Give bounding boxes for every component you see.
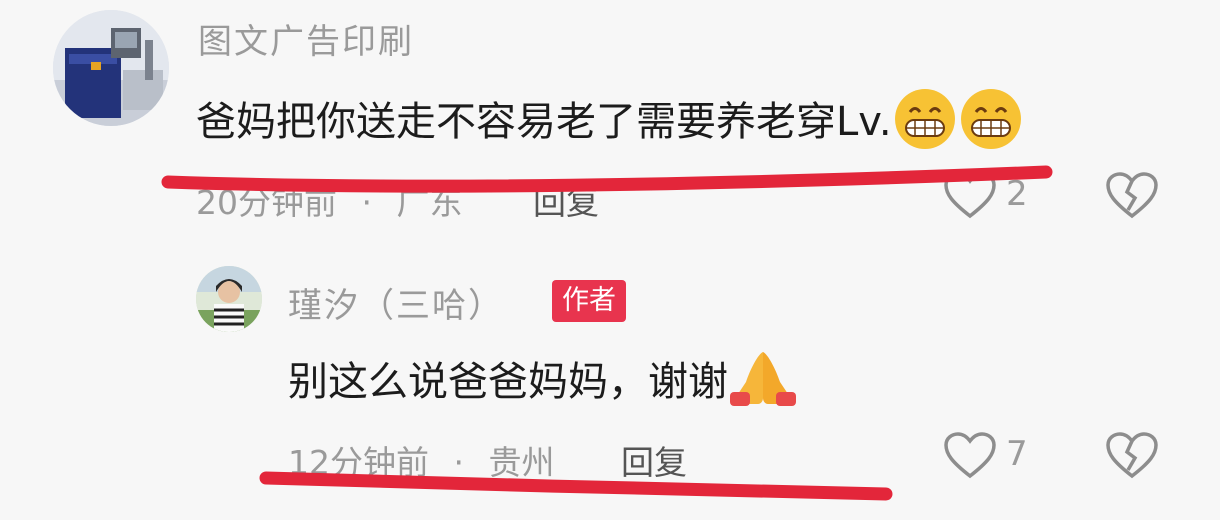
annotation-overlay xyxy=(161,165,1053,501)
red-underline-2 xyxy=(259,471,893,501)
red-underline-1 xyxy=(161,165,1053,193)
